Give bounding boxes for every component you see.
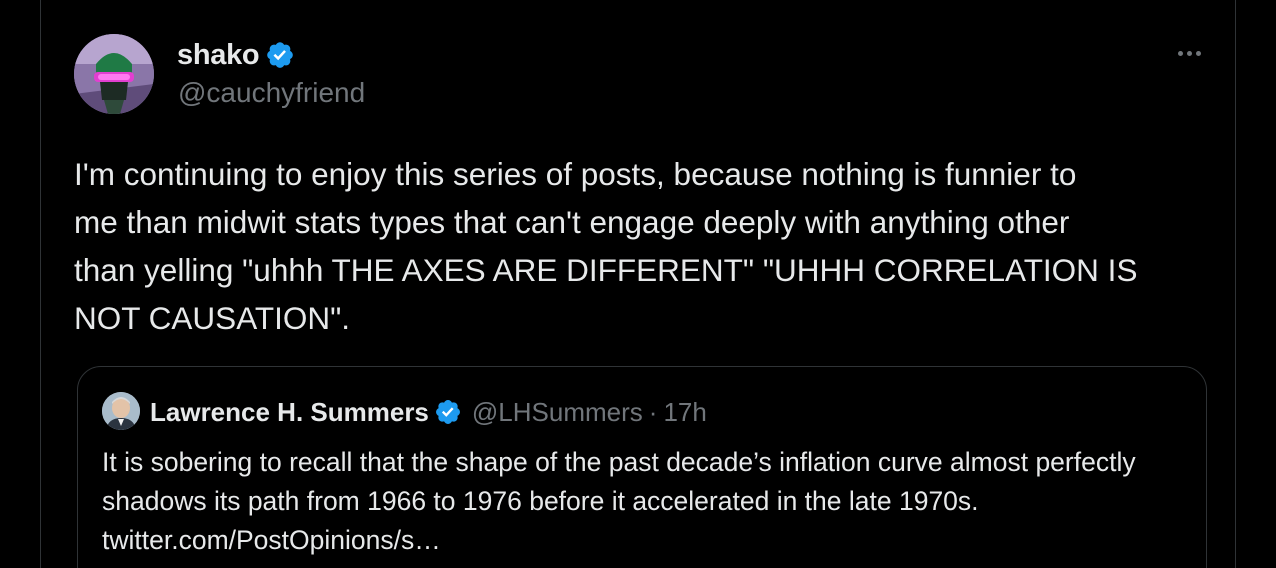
quote-tweet[interactable]: Lawrence H. Summers @LHSummers · 17h It … bbox=[77, 366, 1207, 568]
tweet-card[interactable]: shako @cauchyfriend I'm continuing to en… bbox=[40, 0, 1236, 568]
author-avatar[interactable] bbox=[74, 34, 154, 114]
quote-text: It is sobering to recall that the shape … bbox=[102, 447, 1136, 555]
more-options-button[interactable] bbox=[1169, 38, 1209, 68]
ellipsis-icon bbox=[1186, 50, 1192, 56]
quote-author-display-name[interactable]: Lawrence H. Summers bbox=[150, 397, 429, 428]
verified-badge-icon bbox=[267, 42, 294, 68]
author-display-name[interactable]: shako bbox=[177, 39, 260, 72]
verified-badge-icon bbox=[435, 400, 460, 424]
quote-author-avatar[interactable] bbox=[102, 392, 140, 430]
ellipsis-icon bbox=[1195, 50, 1201, 56]
person-photo-avatar-icon bbox=[102, 392, 140, 430]
author-name-row[interactable]: shako bbox=[177, 36, 295, 74]
quote-timestamp[interactable]: 17h bbox=[663, 397, 706, 428]
ellipsis-icon bbox=[1177, 50, 1183, 56]
quote-author-handle[interactable]: @LHSummers bbox=[472, 397, 643, 428]
author-handle[interactable]: @cauchyfriend bbox=[178, 77, 365, 109]
quote-author-row[interactable]: Lawrence H. Summers @LHSummers · 17h bbox=[150, 393, 707, 431]
dot-separator: · bbox=[648, 396, 658, 427]
masked-figure-avatar-icon bbox=[74, 34, 154, 114]
tweet-text: I'm continuing to enjoy this series of p… bbox=[74, 156, 1138, 336]
